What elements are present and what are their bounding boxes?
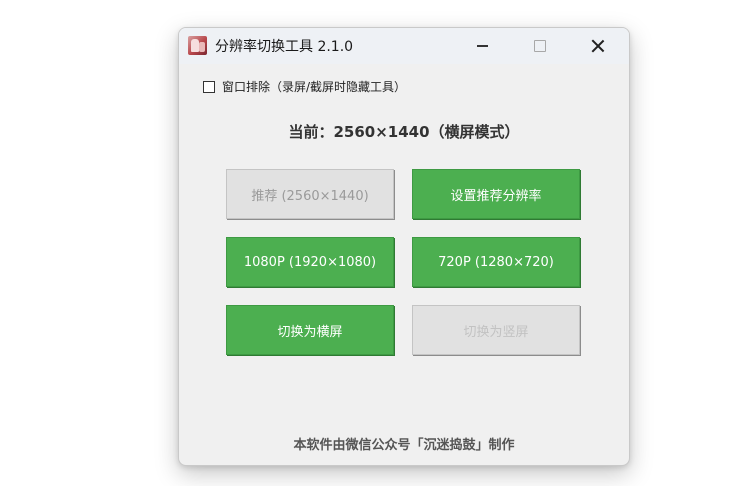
title-bar[interactable]: 分辨率切换工具 2.1.0 [179,28,629,64]
exclude-window-option[interactable]: 窗口排除（录屏/截屏时隐藏工具） [203,78,406,95]
exclude-window-label: 窗口排除（录屏/截屏时隐藏工具） [222,80,407,94]
desktop-background: 分辨率切换工具 2.1.0 窗口排除（录屏/截屏时隐藏工具） 当前：2560×1… [0,0,746,486]
minimize-icon [476,45,488,47]
set-recommended-button[interactable]: 设置推荐分辨率 [412,169,580,219]
current-resolution-text: 当前：2560×1440（横屏模式） [288,123,520,141]
maximize-button[interactable] [517,28,563,64]
switch-landscape-button[interactable]: 切换为横屏 [226,305,394,355]
app-icon-figure [191,39,199,52]
minimize-button[interactable] [459,28,505,64]
close-button[interactable] [575,28,621,64]
recommended-resolution-button[interactable]: 推荐 (2560×1440) [226,169,394,219]
app-icon [188,36,207,55]
window-title: 分辨率切换工具 2.1.0 [215,39,354,55]
app-window: 分辨率切换工具 2.1.0 窗口排除（录屏/截屏时隐藏工具） 当前：2560×1… [178,27,630,466]
exclude-window-checkbox[interactable] [203,80,215,93]
switch-portrait-button[interactable]: 切换为竖屏 [412,305,580,355]
close-icon [591,39,605,53]
resolution-1080p-button[interactable]: 1080P (1920×1080) [226,237,394,287]
maximize-icon [534,40,546,52]
resolution-720p-button[interactable]: 720P (1280×720) [412,237,580,287]
footer-credit: 本软件由微信公众号「沉迷捣鼓」制作 [293,438,515,453]
app-icon-figure-secondary [199,42,205,52]
